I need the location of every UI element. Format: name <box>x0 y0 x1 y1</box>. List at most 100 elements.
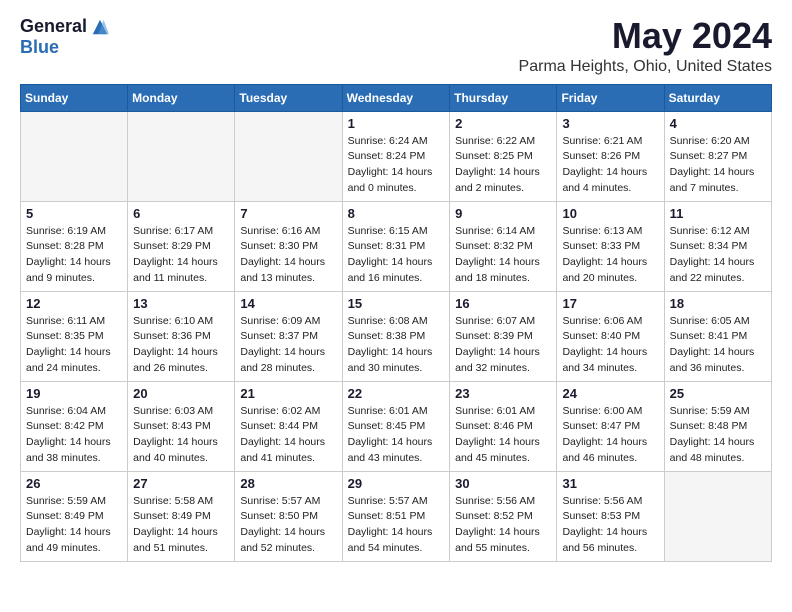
logo-blue-text: Blue <box>20 37 59 58</box>
day-number: 18 <box>670 296 766 311</box>
calendar-cell: 31 Sunrise: 5:56 AMSunset: 8:53 PMDayligh… <box>557 471 664 561</box>
calendar-cell: 26 Sunrise: 5:59 AMSunset: 8:49 PMDayligh… <box>21 471 128 561</box>
day-info: Sunrise: 5:56 AMSunset: 8:53 PMDaylight:… <box>562 494 658 557</box>
day-number: 8 <box>348 206 445 221</box>
calendar-cell: 8 Sunrise: 6:15 AMSunset: 8:31 PMDaylight… <box>342 201 450 291</box>
day-number: 10 <box>562 206 658 221</box>
day-number: 31 <box>562 476 658 491</box>
day-number: 26 <box>26 476 122 491</box>
calendar-cell: 9Sunrise: 6:14 AMSunset: 8:32 PMDaylight… <box>450 201 557 291</box>
day-info: Sunrise: 6:01 AMSunset: 8:46 PMDaylight:… <box>455 404 551 467</box>
day-number: 15 <box>348 296 445 311</box>
calendar-cell: 30Sunrise: 5:56 AMSunset: 8:52 PMDayligh… <box>450 471 557 561</box>
calendar-cell: 29Sunrise: 5:57 AMSunset: 8:51 PMDayligh… <box>342 471 450 561</box>
calendar-cell <box>235 111 342 201</box>
calendar-cell: 10 Sunrise: 6:13 AMSunset: 8:33 PMDayligh… <box>557 201 664 291</box>
calendar-cell: 14Sunrise: 6:09 AMSunset: 8:37 PMDayligh… <box>235 291 342 381</box>
day-number: 11 <box>670 206 766 221</box>
calendar-cell: 16 Sunrise: 6:07 AMSunset: 8:39 PMDayligh… <box>450 291 557 381</box>
page-header: General Blue May 2024 Parma Heights, Ohi… <box>20 16 772 76</box>
day-info: Sunrise: 5:59 AMSunset: 8:49 PMDaylight:… <box>26 494 122 557</box>
calendar-cell: 27Sunrise: 5:58 AMSunset: 8:49 PMDayligh… <box>128 471 235 561</box>
calendar-cell: 4Sunrise: 6:20 AMSunset: 8:27 PMDaylight… <box>664 111 771 201</box>
day-number: 6 <box>133 206 229 221</box>
calendar-cell: 21 Sunrise: 6:02 AMSunset: 8:44 PMDayligh… <box>235 381 342 471</box>
day-number: 24 <box>562 386 658 401</box>
day-info: Sunrise: 6:01 AMSunset: 8:45 PMDaylight:… <box>348 404 445 467</box>
day-info: Sunrise: 6:19 AMSunset: 8:28 PMDaylight:… <box>26 224 122 287</box>
day-info: Sunrise: 6:16 AMSunset: 8:30 PMDaylight:… <box>240 224 336 287</box>
day-info: Sunrise: 6:17 AMSunset: 8:29 PMDaylight:… <box>133 224 229 287</box>
calendar-cell: 2 Sunrise: 6:22 AMSunset: 8:25 PMDaylight… <box>450 111 557 201</box>
day-number: 2 <box>455 116 551 131</box>
day-number: 22 <box>348 386 445 401</box>
day-info: Sunrise: 5:59 AMSunset: 8:48 PMDaylight:… <box>670 404 766 467</box>
day-number: 1 <box>348 116 445 131</box>
calendar-cell: 6 Sunrise: 6:17 AMSunset: 8:29 PMDaylight… <box>128 201 235 291</box>
day-info: Sunrise: 6:21 AMSunset: 8:26 PMDaylight:… <box>562 134 658 197</box>
calendar-cell <box>664 471 771 561</box>
calendar-cell <box>128 111 235 201</box>
calendar-cell: 1Sunrise: 6:24 AMSunset: 8:24 PMDaylight… <box>342 111 450 201</box>
calendar-cell: 5 Sunrise: 6:19 AMSunset: 8:28 PMDaylight… <box>21 201 128 291</box>
day-number: 30 <box>455 476 551 491</box>
day-number: 16 <box>455 296 551 311</box>
calendar-week-row: 1Sunrise: 6:24 AMSunset: 8:24 PMDaylight… <box>21 111 772 201</box>
day-info: Sunrise: 6:13 AMSunset: 8:33 PMDaylight:… <box>562 224 658 287</box>
header-sunday: Sunday <box>21 84 128 111</box>
logo: General Blue <box>20 16 109 58</box>
header-monday: Monday <box>128 84 235 111</box>
calendar-week-row: 5 Sunrise: 6:19 AMSunset: 8:28 PMDaylight… <box>21 201 772 291</box>
day-number: 17 <box>562 296 658 311</box>
day-info: Sunrise: 6:06 AMSunset: 8:40 PMDaylight:… <box>562 314 658 377</box>
day-number: 29 <box>348 476 445 491</box>
calendar-cell: 12 Sunrise: 6:11 AMSunset: 8:35 PMDayligh… <box>21 291 128 381</box>
header-thursday: Thursday <box>450 84 557 111</box>
day-info: Sunrise: 6:03 AMSunset: 8:43 PMDaylight:… <box>133 404 229 467</box>
calendar-cell: 13 Sunrise: 6:10 AMSunset: 8:36 PMDayligh… <box>128 291 235 381</box>
day-info: Sunrise: 6:20 AMSunset: 8:27 PMDaylight:… <box>670 134 766 197</box>
calendar-cell: 22 Sunrise: 6:01 AMSunset: 8:45 PMDayligh… <box>342 381 450 471</box>
day-number: 20 <box>133 386 229 401</box>
header-saturday: Saturday <box>664 84 771 111</box>
day-info: Sunrise: 6:11 AMSunset: 8:35 PMDaylight:… <box>26 314 122 377</box>
day-info: Sunrise: 5:57 AMSunset: 8:50 PMDaylight:… <box>240 494 336 557</box>
day-number: 21 <box>240 386 336 401</box>
day-number: 25 <box>670 386 766 401</box>
day-number: 23 <box>455 386 551 401</box>
day-number: 28 <box>240 476 336 491</box>
day-number: 19 <box>26 386 122 401</box>
header-tuesday: Tuesday <box>235 84 342 111</box>
day-info: Sunrise: 6:08 AMSunset: 8:38 PMDaylight:… <box>348 314 445 377</box>
calendar-week-row: 19Sunrise: 6:04 AMSunset: 8:42 PMDayligh… <box>21 381 772 471</box>
calendar-week-row: 12 Sunrise: 6:11 AMSunset: 8:35 PMDayligh… <box>21 291 772 381</box>
calendar-cell: 20 Sunrise: 6:03 AMSunset: 8:43 PMDayligh… <box>128 381 235 471</box>
day-info: Sunrise: 6:12 AMSunset: 8:34 PMDaylight:… <box>670 224 766 287</box>
calendar-cell: 28 Sunrise: 5:57 AMSunset: 8:50 PMDayligh… <box>235 471 342 561</box>
calendar-header-row: SundayMondayTuesdayWednesdayThursdayFrid… <box>21 84 772 111</box>
header-wednesday: Wednesday <box>342 84 450 111</box>
calendar-cell: 23 Sunrise: 6:01 AMSunset: 8:46 PMDayligh… <box>450 381 557 471</box>
calendar-table: SundayMondayTuesdayWednesdayThursdayFrid… <box>20 84 772 562</box>
day-number: 13 <box>133 296 229 311</box>
calendar-cell: 18 Sunrise: 6:05 AMSunset: 8:41 PMDayligh… <box>664 291 771 381</box>
day-number: 27 <box>133 476 229 491</box>
calendar-cell: 17 Sunrise: 6:06 AMSunset: 8:40 PMDayligh… <box>557 291 664 381</box>
calendar-cell: 15 Sunrise: 6:08 AMSunset: 8:38 PMDayligh… <box>342 291 450 381</box>
calendar-week-row: 26 Sunrise: 5:59 AMSunset: 8:49 PMDayligh… <box>21 471 772 561</box>
calendar-cell: 7Sunrise: 6:16 AMSunset: 8:30 PMDaylight… <box>235 201 342 291</box>
day-info: Sunrise: 6:05 AMSunset: 8:41 PMDaylight:… <box>670 314 766 377</box>
day-info: Sunrise: 6:00 AMSunset: 8:47 PMDaylight:… <box>562 404 658 467</box>
calendar-cell: 3Sunrise: 6:21 AMSunset: 8:26 PMDaylight… <box>557 111 664 201</box>
header-friday: Friday <box>557 84 664 111</box>
day-info: Sunrise: 6:15 AMSunset: 8:31 PMDaylight:… <box>348 224 445 287</box>
day-info: Sunrise: 6:02 AMSunset: 8:44 PMDaylight:… <box>240 404 336 467</box>
day-info: Sunrise: 6:22 AMSunset: 8:25 PMDaylight:… <box>455 134 551 197</box>
day-info: Sunrise: 6:07 AMSunset: 8:39 PMDaylight:… <box>455 314 551 377</box>
logo-icon <box>91 18 109 36</box>
day-info: Sunrise: 6:10 AMSunset: 8:36 PMDaylight:… <box>133 314 229 377</box>
day-number: 9 <box>455 206 551 221</box>
day-number: 5 <box>26 206 122 221</box>
location-title: Parma Heights, Ohio, United States <box>519 58 772 76</box>
day-number: 12 <box>26 296 122 311</box>
